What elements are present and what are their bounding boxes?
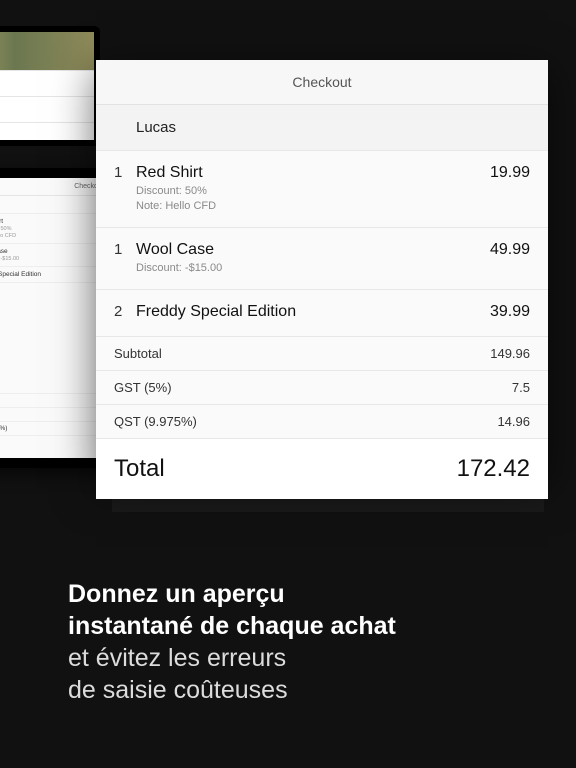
marketing-caption: Donnez un aperçu instantané de chaque ac… (68, 578, 508, 706)
total-row: Total 172.42 (96, 439, 548, 499)
subtotal-value: 149.96 (490, 346, 530, 361)
subtotal-row: Subtotal 149.96 (96, 337, 548, 371)
caption-line-3: et évitez les erreurs (68, 644, 286, 672)
subtotal-label: Subtotal (114, 346, 162, 361)
caption-line-4: de saisie coûteuses (68, 676, 288, 704)
line-item[interactable]: 1 Red Shirt Discount: 50% Note: Hello CF… (96, 151, 548, 228)
item-qty: 2 (114, 303, 136, 323)
item-name: Freddy Special Edition (136, 303, 490, 321)
line-item[interactable]: 1 Wool Case Discount: -$15.00 49.99 (96, 228, 548, 290)
total-value: 172.42 (457, 455, 530, 483)
total-label: Total (114, 455, 165, 483)
item-note: Note: Hello CFD (136, 199, 490, 214)
customer-name: Lucas (96, 105, 548, 151)
checkout-header: Checkout (96, 60, 548, 105)
line-item[interactable]: 2 Freddy Special Edition 39.99 (96, 290, 548, 337)
item-price: 49.99 (490, 241, 530, 276)
item-qty: 1 (114, 164, 136, 214)
caption-bold-2: instantané de chaque achat (68, 612, 396, 640)
caption-bold-1: Donnez un aperçu (68, 580, 285, 608)
tax-row-gst: GST (5%) 7.5 (96, 371, 548, 405)
item-discount: Discount: 50% (136, 184, 490, 199)
gst-label: GST (5%) (114, 380, 172, 395)
item-price: 39.99 (490, 303, 530, 323)
qst-value: 14.96 (497, 414, 530, 429)
item-price: 19.99 (490, 164, 530, 214)
item-name: Red Shirt (136, 164, 490, 182)
tax-row-qst: QST (9.975%) 14.96 (96, 405, 548, 439)
item-qty: 1 (114, 241, 136, 276)
background-device-1 (0, 26, 100, 146)
checkout-panel: Checkout Lucas 1 Red Shirt Discount: 50%… (96, 60, 548, 478)
gst-value: 7.5 (512, 380, 530, 395)
item-discount: Discount: -$15.00 (136, 261, 490, 276)
item-name: Wool Case (136, 241, 490, 259)
qst-label: QST (9.975%) (114, 414, 197, 429)
